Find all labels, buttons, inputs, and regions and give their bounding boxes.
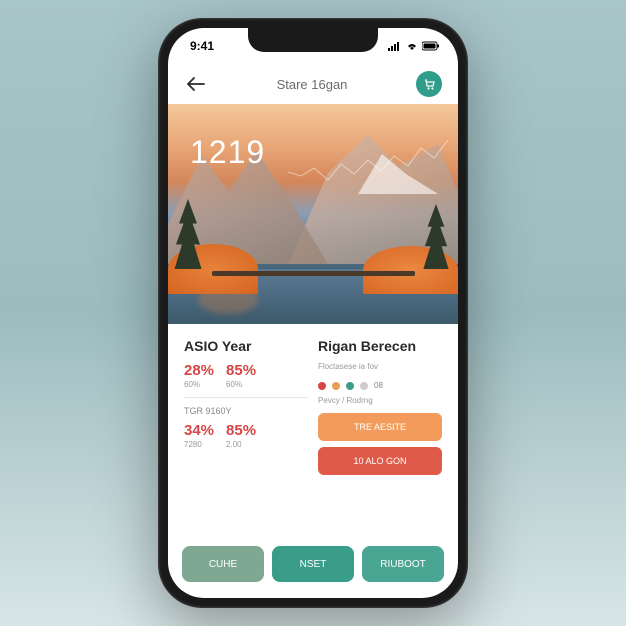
dot-icon (346, 382, 354, 390)
bottom-nav: CUHE NSET RIUBOOT (168, 536, 458, 598)
nav-button-1[interactable]: CUHE (182, 546, 264, 582)
stat-sub: 60% (226, 380, 256, 389)
divider (184, 397, 308, 398)
stat-grid-2: 34% 7280 85% 2.00 (184, 422, 308, 449)
nav-button-2[interactable]: NSET (272, 546, 354, 582)
status-time: 9:41 (190, 39, 214, 53)
stats-row: ASIO Year 28% 60% 85% 60% TGR 9160Y (184, 338, 442, 475)
dots-caption: Pevcy / Rodrng (318, 396, 442, 405)
right-row: 08 Pevcy / Rodrng (318, 381, 442, 405)
cta-button-secondary[interactable]: 10 ALO GON (318, 447, 442, 475)
notch (248, 28, 378, 52)
signal-icon (388, 41, 402, 51)
stat-item: 28% 60% (184, 362, 214, 389)
back-button[interactable] (184, 72, 208, 96)
stat-sub: 2.00 (226, 440, 256, 449)
content-area: ASIO Year 28% 60% 85% 60% TGR 9160Y (168, 324, 458, 495)
stats-card-right: Rigan Berecen Floctasese ia fov 08 (318, 338, 442, 475)
stat-item: 85% 2.00 (226, 422, 256, 449)
nav-title: Stare 16gan (277, 77, 348, 92)
cta-button-primary[interactable]: TRE AESITE (318, 413, 442, 441)
stat-value: 85% (226, 362, 256, 379)
battery-icon (422, 41, 440, 51)
screen: 9:41 Stare 16gan (168, 28, 458, 598)
chart-overlay (288, 124, 448, 204)
bridge (212, 271, 415, 276)
nav-button-3[interactable]: RIUBOOT (362, 546, 444, 582)
stat-item: 85% 60% (226, 362, 256, 389)
stat-sub: 60% (184, 380, 214, 389)
stat-value: 85% (226, 422, 256, 439)
status-icons (388, 41, 440, 51)
dots-row: 08 (318, 381, 442, 390)
dot-icon (332, 382, 340, 390)
wifi-icon (406, 41, 418, 51)
stats-card-left: ASIO Year 28% 60% 85% 60% TGR 9160Y (184, 338, 308, 475)
foliage-right (363, 246, 458, 294)
stat-value: 28% (184, 362, 214, 379)
back-arrow-icon (187, 77, 205, 91)
cart-button[interactable] (416, 71, 442, 97)
stat-grid-1: 28% 60% 85% 60% (184, 362, 308, 389)
stat-item: 34% 7280 (184, 422, 214, 449)
stat-value: 34% (184, 422, 214, 439)
hero-image: 1219 (168, 104, 458, 324)
cart-icon (423, 78, 435, 90)
dot-icon (318, 382, 326, 390)
cta-column: TRE AESITE 10 ALO GON (318, 413, 442, 475)
stat-sub: 7280 (184, 440, 214, 449)
dots-block: 08 Pevcy / Rodrng (318, 381, 442, 405)
stats-label: TGR 9160Y (184, 406, 308, 416)
stats-left-title: ASIO Year (184, 338, 308, 354)
dot-label: 08 (374, 381, 383, 390)
stats-right-subtitle: Floctasese ia fov (318, 362, 442, 371)
stats-right-title: Rigan Berecen (318, 338, 442, 354)
nav-bar: Stare 16gan (168, 64, 458, 104)
phone-frame: 9:41 Stare 16gan (158, 18, 468, 608)
dot-icon (360, 382, 368, 390)
hero-value: 1219 (190, 134, 265, 171)
